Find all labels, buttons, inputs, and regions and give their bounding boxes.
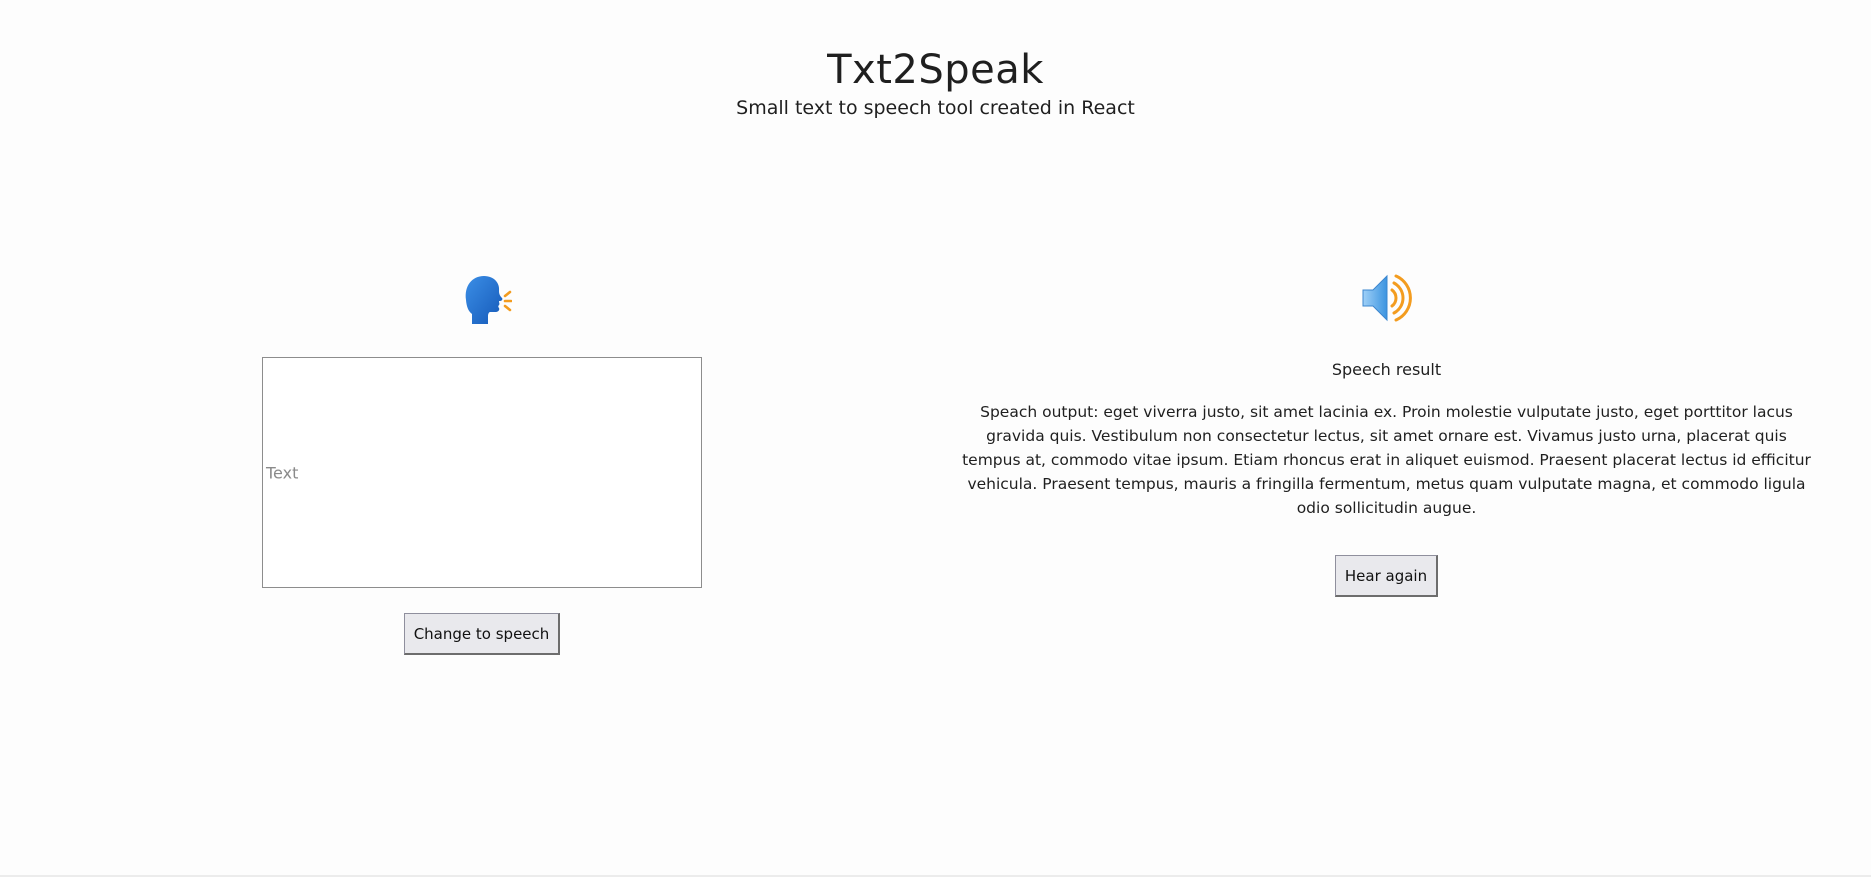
text-input[interactable]: Text — [262, 357, 702, 588]
page-header: Txt2Speak Small text to speech tool crea… — [0, 0, 1871, 120]
text-input-placeholder: Text — [266, 463, 299, 482]
speech-result-label: Speech result — [1331, 360, 1442, 379]
page-subtitle: Small text to speech tool created in Rea… — [736, 97, 1135, 119]
speaking-head-icon — [452, 268, 513, 328]
speaker-high-volume-icon — [1357, 268, 1417, 328]
input-panel: Text Change to speech — [262, 268, 702, 655]
speech-output-text: Speach output: eget viverra justo, sit a… — [962, 403, 1811, 517]
hear-again-button[interactable]: Hear again — [1334, 555, 1439, 597]
result-panel: Speech result Speach output: eget viverr… — [960, 268, 1813, 597]
page-title: Txt2Speak — [827, 47, 1044, 93]
change-to-speech-button[interactable]: Change to speech — [403, 613, 561, 655]
